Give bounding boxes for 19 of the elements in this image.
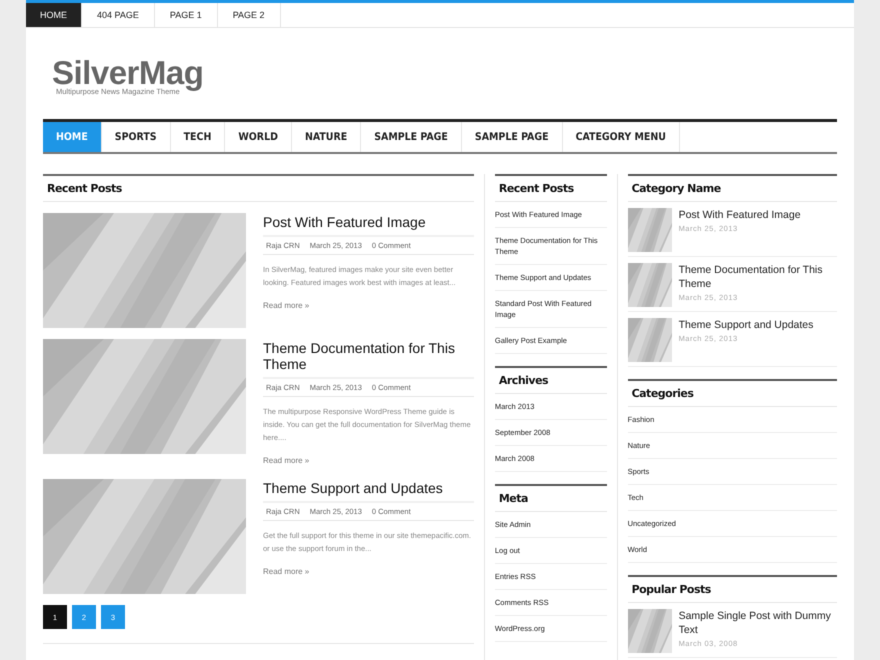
post-title-link[interactable]: Theme Documentation for This Theme: [678, 263, 837, 291]
widget-heading: Popular Posts: [628, 575, 837, 603]
widget-heading: Meta: [494, 484, 607, 512]
read-more-link[interactable]: Read more »: [263, 301, 310, 310]
post-title-link[interactable]: Theme Documentation for This Theme: [263, 340, 474, 372]
read-more-link[interactable]: Read more »: [263, 567, 310, 576]
post-title-link[interactable]: Sample Single Post with Dummy Text: [678, 609, 837, 637]
post-title-link[interactable]: Theme Support and Updates: [263, 480, 474, 496]
widget-heading: Categories: [628, 379, 837, 407]
site-logo[interactable]: SilverMag: [52, 56, 204, 90]
post-title-link[interactable]: Post With Featured Image: [678, 208, 801, 222]
post-title-link[interactable]: Theme Support and Updates: [678, 318, 814, 332]
top-menu-item[interactable]: HOME: [26, 3, 82, 27]
widget-heading: Archives: [494, 366, 607, 394]
post-title-link[interactable]: Post With Featured Image: [263, 214, 474, 230]
widget-heading: Recent Posts: [494, 174, 607, 202]
section-heading: Recent Posts: [43, 174, 474, 202]
read-more-link[interactable]: Read more »: [263, 456, 310, 465]
widget-heading: Category Name: [628, 174, 837, 202]
